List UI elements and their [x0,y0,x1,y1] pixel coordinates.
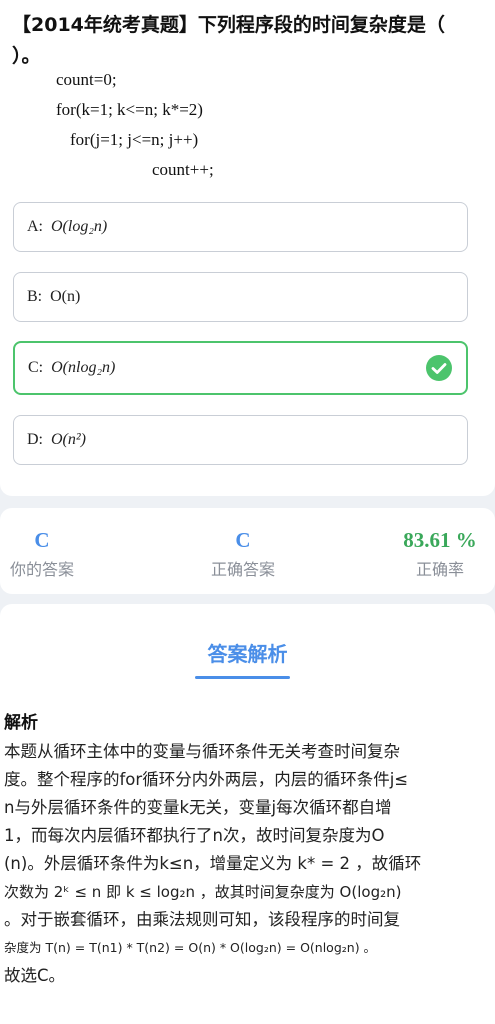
option-text: O(n) [50,288,81,305]
analysis-line: 1，而每次内层循环都执行了n次，故时间复杂度为O [4,826,385,845]
accuracy-value: 83.61 % [403,528,477,552]
option-text: O(log₂n) [51,218,108,235]
accuracy-label: 正确率 [415,560,464,579]
code-line: count++; [152,160,214,179]
option-letter: B: [27,288,43,305]
analysis-heading: 答案解析 [207,642,288,666]
your-answer-label: 你的答案 [9,560,74,579]
option-c-label: C: O(nlog₂n) [28,359,115,377]
option-b-label: B: O(n) [27,288,80,306]
option-text: O(nlog₂n) [51,359,116,376]
question-card: 【2014年统考真题】下列程序段的时间复杂度是（ ）。 count=0; for… [0,0,495,496]
code-line: count=0; [56,70,117,89]
option-text: O(n²) [51,431,87,448]
option-letter: A: [27,218,43,235]
option-d[interactable]: D: O(n²) [13,415,468,465]
analysis-subheading: 解析 [4,713,38,733]
heading-underline [195,676,290,679]
code-line: for(j=1; j<=n; j++) [70,130,199,149]
answer-stats-card: C 你的答案 C 正确答案 83.61 % 正确率 [0,508,495,594]
analysis-line: 。对于嵌套循环，由乘法规则可知，该段程序的时间复 [4,910,400,929]
analysis-line: 故选C。 [4,966,66,985]
option-a[interactable]: A: O(log₂n) [13,202,468,252]
your-answer-value: C [34,528,50,552]
analysis-line: n与外层循环条件的变量k无关，变量j每次循环都自增 [4,798,392,817]
analysis-card: 答案解析 解析 本题从循环主体中的变量与循环条件无关考查时间复杂 度。整个程序的… [0,604,495,1024]
analysis-line: 度。整个程序的for循环分内外两层，内层的循环条件j≤ [4,770,409,789]
your-answer-stat: C 你的答案 [2,528,82,580]
correct-answer-stat: C 正确答案 [198,528,288,580]
correct-answer-value: C [235,528,251,552]
option-b[interactable]: B: O(n) [13,272,468,322]
option-a-label: A: O(log₂n) [27,218,107,236]
analysis-line: 次数为 2ᵏ ≤ n 即 k ≤ log₂n ，故其时间复杂度为 O(log₂n… [4,883,402,901]
question-title-line2: ）。 [12,45,41,67]
analysis-line: (n)。外层循环条件为k≤n，增量定义为 k* = 2 ，故循环 [4,854,422,873]
option-c[interactable]: C: O(nlog₂n) [13,341,468,395]
option-letter: D: [27,431,43,448]
accuracy-stat: 83.61 % 正确率 [390,528,490,580]
analysis-body: 本题从循环主体中的变量与循环条件无关考查时间复杂 度。整个程序的for循环分内外… [4,738,484,990]
option-letter: C: [28,359,44,376]
analysis-line: 杂度为 T(n) = T(n1) * T(n2) = O(n) * O(log₂… [4,940,377,955]
question-title-line1: 【2014年统考真题】下列程序段的时间复杂度是（ [12,14,445,36]
option-d-label: D: O(n²) [27,431,86,449]
question-title: 【2014年统考真题】下列程序段的时间复杂度是（ ）。 [12,10,482,72]
check-circle-icon [426,355,452,381]
code-line: for(k=1; k<=n; k*=2) [56,100,203,119]
correct-answer-label: 正确答案 [210,560,275,579]
analysis-line: 本题从循环主体中的变量与循环条件无关考查时间复杂 [4,742,400,761]
